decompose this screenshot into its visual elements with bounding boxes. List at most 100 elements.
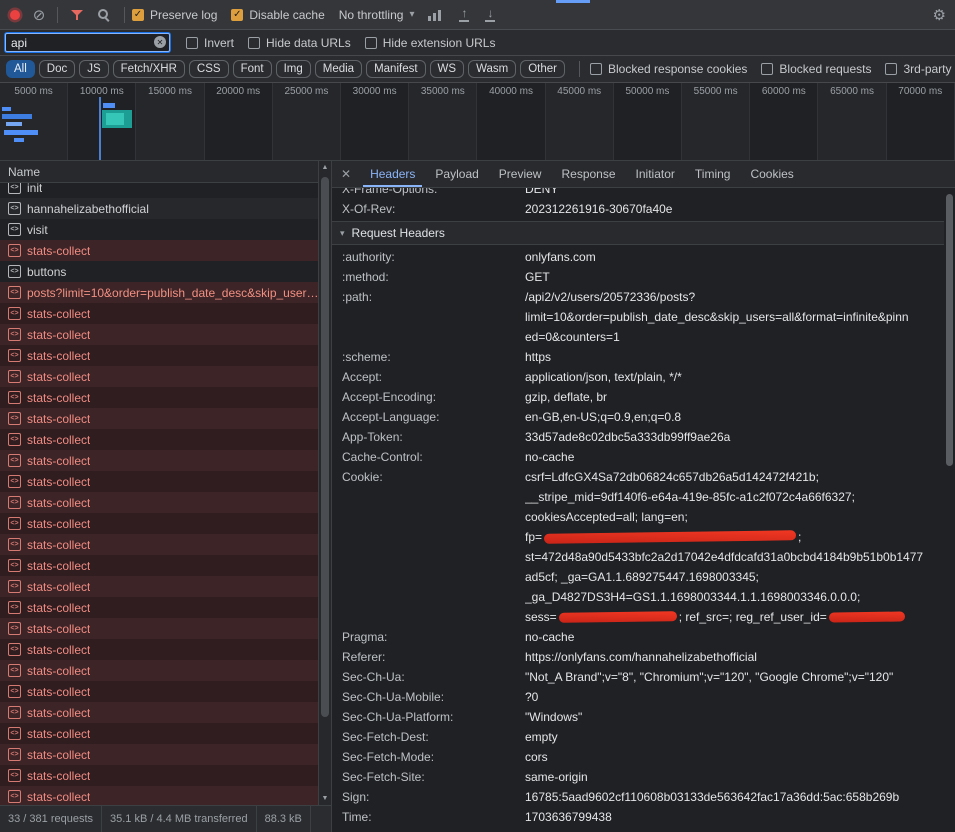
- request-row[interactable]: <>stats-collect: [0, 765, 318, 786]
- record-button[interactable]: [10, 10, 20, 20]
- checkbox[interactable]: ✓: [132, 9, 144, 21]
- header-value-line: 202312261916-30670fa40e: [525, 199, 944, 219]
- header-row: Sec-Ch-Ua:"Not_A Brand";v="8", "Chromium…: [332, 667, 944, 687]
- header-value-line: ed=0&counters=1: [525, 327, 944, 347]
- request-row[interactable]: <>hannahelizabethofficial: [0, 198, 318, 219]
- import-har-button[interactable]: ↓: [485, 8, 495, 22]
- filter-pill-other[interactable]: Other: [520, 60, 565, 78]
- checkbox[interactable]: [590, 63, 602, 75]
- request-row[interactable]: <>stats-collect: [0, 534, 318, 555]
- filter-pill-fetch-xhr[interactable]: Fetch/XHR: [113, 60, 185, 78]
- request-row[interactable]: <>stats-collect: [0, 681, 318, 702]
- checkbox-3rd-party-requests[interactable]: 3rd-party requests: [885, 62, 955, 76]
- checkbox-blocked-requests[interactable]: Blocked requests: [761, 62, 871, 76]
- close-detail-icon[interactable]: ✕: [332, 167, 360, 181]
- filter-pill-all[interactable]: All: [6, 60, 35, 78]
- tab-payload[interactable]: Payload: [428, 162, 485, 187]
- header-value-line: fp=;: [525, 527, 944, 547]
- request-row[interactable]: <>visit: [0, 219, 318, 240]
- filter-pill-img[interactable]: Img: [276, 60, 311, 78]
- filter-pill-media[interactable]: Media: [315, 60, 362, 78]
- network-overview-timeline[interactable]: 5000 ms10000 ms15000 ms20000 ms25000 ms3…: [0, 83, 955, 161]
- clear-network-log-button[interactable]: ⊘: [28, 4, 50, 26]
- request-row[interactable]: <>stats-collect: [0, 786, 318, 805]
- filter-input[interactable]: [5, 33, 170, 52]
- request-row[interactable]: <>stats-collect: [0, 660, 318, 681]
- detail-scrollbar[interactable]: [944, 188, 955, 832]
- header-value: DENY: [525, 188, 944, 199]
- checkbox[interactable]: ✓: [231, 9, 243, 21]
- clear-filter-icon[interactable]: ✕: [154, 36, 166, 48]
- request-row[interactable]: <>stats-collect: [0, 366, 318, 387]
- filter-pill-wasm[interactable]: Wasm: [468, 60, 516, 78]
- request-row[interactable]: <>stats-collect: [0, 240, 318, 261]
- scroll-up-arrow-icon[interactable]: ▲: [319, 161, 331, 174]
- tab-initiator[interactable]: Initiator: [629, 162, 682, 187]
- filter-pill-manifest[interactable]: Manifest: [366, 60, 425, 78]
- request-row[interactable]: <>stats-collect: [0, 345, 318, 366]
- header-value: /api2/v2/users/20572336/posts?limit=10&o…: [525, 287, 944, 347]
- checkbox[interactable]: [248, 37, 260, 49]
- checkbox[interactable]: [186, 37, 198, 49]
- tab-preview[interactable]: Preview: [492, 162, 549, 187]
- scrollbar-thumb[interactable]: [946, 194, 953, 466]
- checkbox-invert[interactable]: Invert: [186, 36, 234, 50]
- request-row[interactable]: <>stats-collect: [0, 513, 318, 534]
- request-row[interactable]: <>stats-collect: [0, 744, 318, 765]
- request-row[interactable]: <>stats-collect: [0, 303, 318, 324]
- checkbox-hide-extension-urls[interactable]: Hide extension URLs: [365, 36, 496, 50]
- header-row: Cache-Control:no-cache: [332, 447, 944, 467]
- filter-toggle-icon[interactable]: [71, 9, 85, 21]
- toolbar-divider: [579, 61, 580, 77]
- request-row[interactable]: <>stats-collect: [0, 387, 318, 408]
- request-row[interactable]: <>stats-collect: [0, 576, 318, 597]
- request-row[interactable]: <>stats-collect: [0, 492, 318, 513]
- filter-pill-doc[interactable]: Doc: [39, 60, 75, 78]
- timeline-tick: 65000 ms: [818, 83, 886, 160]
- request-list-scrollbar[interactable]: ▲ ▼: [318, 161, 331, 805]
- section-title: Request Headers: [352, 226, 445, 240]
- checkbox-blocked-response-cookies[interactable]: Blocked response cookies: [590, 62, 747, 76]
- checkbox[interactable]: [761, 63, 773, 75]
- throttling-dropdown[interactable]: No throttling ▾: [339, 8, 415, 22]
- scroll-down-arrow-icon[interactable]: ▼: [319, 792, 331, 805]
- request-row[interactable]: <>posts?limit=10&order=publish_date_desc…: [0, 282, 318, 303]
- tab-headers[interactable]: Headers: [363, 162, 422, 187]
- request-headers-section-header[interactable]: ▾ Request Headers: [332, 222, 944, 245]
- checkbox-preserve-log[interactable]: ✓Preserve log: [132, 8, 217, 22]
- request-row[interactable]: <>stats-collect: [0, 723, 318, 744]
- request-row[interactable]: <>stats-collect: [0, 471, 318, 492]
- tab-cookies[interactable]: Cookies: [743, 162, 800, 187]
- request-row[interactable]: <>stats-collect: [0, 429, 318, 450]
- name-column-header[interactable]: Name: [0, 161, 318, 183]
- request-row[interactable]: <>init: [0, 183, 318, 198]
- tab-timing[interactable]: Timing: [688, 162, 738, 187]
- checkbox[interactable]: [885, 63, 897, 75]
- request-row[interactable]: <>stats-collect: [0, 618, 318, 639]
- checkbox-hide-data-urls[interactable]: Hide data URLs: [248, 36, 351, 50]
- checkbox-disable-cache[interactable]: ✓Disable cache: [231, 8, 324, 22]
- request-row[interactable]: <>stats-collect: [0, 639, 318, 660]
- filter-pill-ws[interactable]: WS: [430, 60, 465, 78]
- header-value-line: __stripe_mid=9df140f6-e64a-419e-85fc-a1c…: [525, 487, 944, 507]
- request-row[interactable]: <>stats-collect: [0, 597, 318, 618]
- header-value-line: csrf=LdfcGX4Sa72db06824c657db26a5d142472…: [525, 467, 944, 487]
- request-row[interactable]: <>stats-collect: [0, 450, 318, 471]
- timeline-tick: 10000 ms: [68, 83, 136, 160]
- checkbox[interactable]: [365, 37, 377, 49]
- request-row[interactable]: <>stats-collect: [0, 324, 318, 345]
- filter-pill-js[interactable]: JS: [79, 60, 108, 78]
- request-row[interactable]: <>stats-collect: [0, 408, 318, 429]
- request-row[interactable]: <>buttons: [0, 261, 318, 282]
- network-conditions-icon[interactable]: [428, 9, 441, 21]
- request-row[interactable]: <>stats-collect: [0, 555, 318, 576]
- tab-response[interactable]: Response: [554, 162, 622, 187]
- settings-gear-icon[interactable]: ⚙: [933, 6, 946, 24]
- request-row[interactable]: <>stats-collect: [0, 702, 318, 723]
- filter-pill-css[interactable]: CSS: [189, 60, 229, 78]
- scrollbar-thumb[interactable]: [321, 177, 329, 717]
- error-script-icon: <>: [8, 643, 21, 656]
- export-har-button[interactable]: ↑: [459, 8, 469, 22]
- search-icon[interactable]: [97, 8, 111, 22]
- filter-pill-font[interactable]: Font: [233, 60, 272, 78]
